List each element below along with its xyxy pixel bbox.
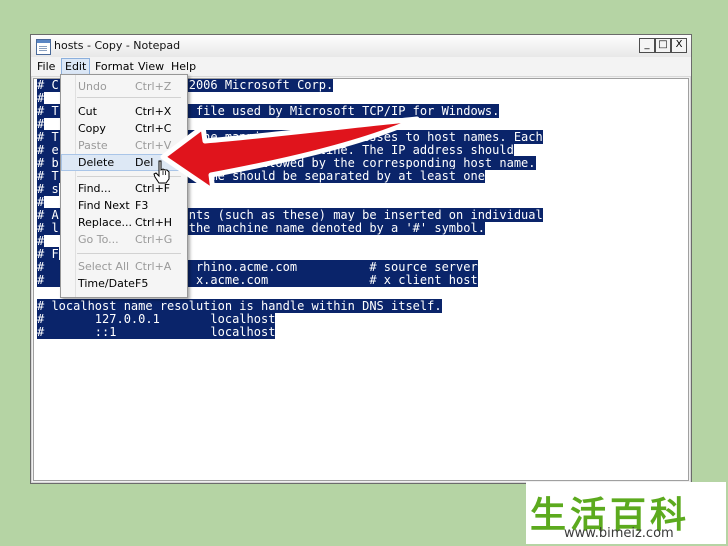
menu-replace[interactable]: Replace... Ctrl+H	[61, 214, 185, 231]
selected-text: # ::1 localhost	[37, 325, 276, 339]
site-watermark: 生活百科 www.bimeiz.com	[526, 482, 726, 544]
menu-separator	[77, 253, 181, 254]
selected-text: # 127.0.0.1 localhost	[37, 312, 276, 326]
red-arrow-icon	[160, 116, 420, 194]
watermark-url: www.bimeiz.com	[564, 526, 674, 541]
selected-text: #	[37, 91, 45, 105]
menu-undo[interactable]: Undo Ctrl+Z	[61, 78, 185, 95]
selected-text: #	[37, 117, 45, 131]
selected-text: # F	[37, 247, 59, 261]
selected-text: #	[37, 195, 45, 209]
hand-cursor-icon	[153, 160, 170, 184]
text-line: # ::1 localhost	[37, 325, 543, 339]
minimize-button[interactable]: _	[639, 38, 655, 53]
menu-select-all[interactable]: Select All Ctrl+A	[61, 258, 185, 275]
menu-time-date[interactable]: Time/Date F5	[61, 275, 185, 292]
menu-file[interactable]: File	[34, 59, 58, 74]
menu-separator	[77, 97, 181, 98]
title-bar[interactable]: hosts - Copy - Notepad _ □ X	[31, 35, 691, 58]
selected-text: #	[37, 234, 45, 248]
window-title: hosts - Copy - Notepad	[54, 39, 181, 52]
close-button[interactable]: X	[671, 38, 687, 53]
menu-view[interactable]: View	[135, 59, 167, 74]
maximize-button[interactable]: □	[655, 38, 671, 53]
selected-text: # localhost name resolution is handle wi…	[37, 299, 442, 313]
menu-goto[interactable]: Go To... Ctrl+G	[61, 231, 185, 248]
menu-format[interactable]: Format	[92, 59, 137, 74]
menu-edit[interactable]: Edit	[61, 58, 91, 75]
selected-text: # s	[37, 182, 59, 196]
menu-help[interactable]: Help	[168, 59, 199, 74]
notepad-icon	[36, 39, 51, 55]
